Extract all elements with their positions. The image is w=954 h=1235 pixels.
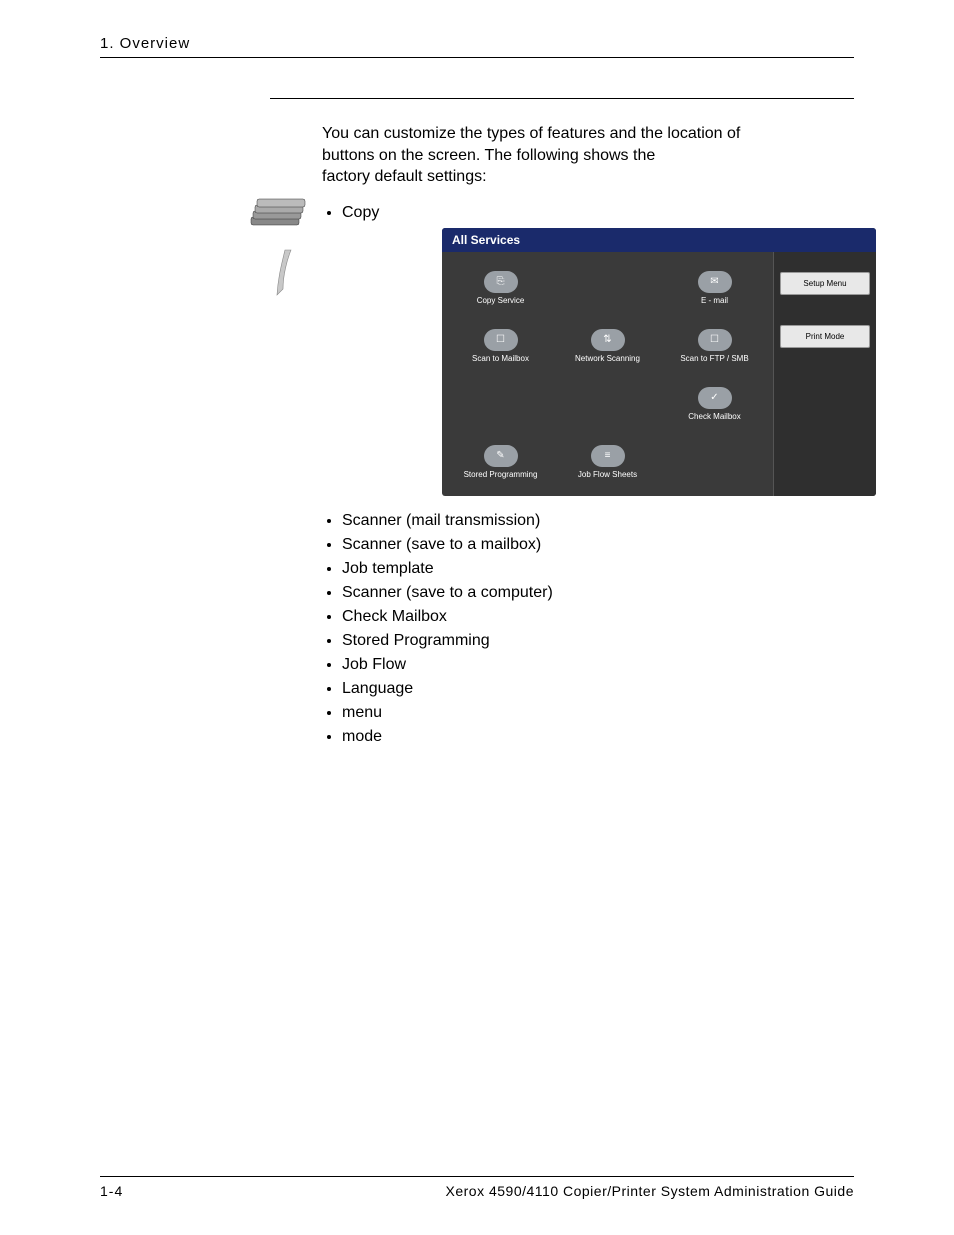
list-item: Language bbox=[342, 680, 854, 698]
intro-line1: You can customize the types of features … bbox=[322, 125, 740, 142]
intro-paragraph: You can customize the types of features … bbox=[322, 123, 854, 188]
side-panel: Setup Menu Print Mode bbox=[773, 252, 876, 496]
feature-sublist: Scanner (mail transmission) Scanner (sav… bbox=[342, 512, 854, 746]
svc-label: Scan to Mailbox bbox=[472, 354, 529, 363]
svc-empty bbox=[555, 376, 660, 432]
svc-network-scanning[interactable]: ⇅ Network Scanning bbox=[555, 318, 660, 374]
setup-menu-button[interactable]: Setup Menu bbox=[780, 272, 870, 295]
keypoint-icon bbox=[245, 195, 325, 310]
list-item: Scanner (mail transmission) bbox=[342, 512, 854, 530]
ui-body: ⎘ Copy Service ✉ E - mail ☐ Scan to Mail… bbox=[442, 252, 876, 496]
svc-label: Stored Programming bbox=[464, 470, 538, 479]
list-item-copy: Copy All Services ⎘ Copy Service ✉ bbox=[342, 204, 854, 746]
list-item: Job Flow bbox=[342, 656, 854, 674]
mail-icon: ✉ bbox=[698, 271, 732, 293]
intro-line2b: screen. The following shows the bbox=[428, 147, 655, 164]
svc-label: Copy Service bbox=[477, 296, 525, 305]
scan-ftp-icon: ☐ bbox=[698, 329, 732, 351]
svc-check-mailbox[interactable]: ✓ Check Mailbox bbox=[662, 376, 767, 432]
svc-empty bbox=[662, 434, 767, 490]
svc-label: Network Scanning bbox=[575, 354, 640, 363]
page-footer: 1-4 Xerox 4590/4110 Copier/Printer Syste… bbox=[100, 1176, 854, 1199]
svc-job-flow[interactable]: ≡ Job Flow Sheets bbox=[555, 434, 660, 490]
divider bbox=[270, 98, 854, 99]
feature-list-outer: Copy All Services ⎘ Copy Service ✉ bbox=[342, 204, 854, 746]
svc-label: E - mail bbox=[701, 296, 728, 305]
all-services-screenshot: All Services ⎘ Copy Service ✉ E - mail bbox=[442, 228, 876, 496]
stored-prog-icon: ✎ bbox=[484, 445, 518, 467]
list-item: Stored Programming bbox=[342, 632, 854, 650]
svc-label: Check Mailbox bbox=[688, 412, 740, 421]
svc-label: Scan to FTP / SMB bbox=[680, 354, 748, 363]
net-scan-icon: ⇅ bbox=[591, 329, 625, 351]
list-item: Scanner (save to a computer) bbox=[342, 584, 854, 602]
services-grid: ⎘ Copy Service ✉ E - mail ☐ Scan to Mail… bbox=[442, 252, 773, 496]
page-number: 1-4 bbox=[100, 1183, 123, 1199]
svc-copy[interactable]: ⎘ Copy Service bbox=[448, 260, 553, 316]
list-item: menu bbox=[342, 704, 854, 722]
svc-scan-mailbox[interactable]: ☐ Scan to Mailbox bbox=[448, 318, 553, 374]
svc-stored-programming[interactable]: ✎ Stored Programming bbox=[448, 434, 553, 490]
svc-empty bbox=[555, 260, 660, 316]
svc-scan-ftp[interactable]: ☐ Scan to FTP / SMB bbox=[662, 318, 767, 374]
svc-label: Job Flow Sheets bbox=[578, 470, 637, 479]
intro-line3: factory default settings: bbox=[322, 168, 487, 185]
svc-empty bbox=[448, 376, 553, 432]
section-heading: 1. Overview bbox=[100, 35, 190, 52]
svc-email[interactable]: ✉ E - mail bbox=[662, 260, 767, 316]
job-flow-icon: ≡ bbox=[591, 445, 625, 467]
list-item: Check Mailbox bbox=[342, 608, 854, 626]
list-item: Scanner (save to a mailbox) bbox=[342, 536, 854, 554]
check-mailbox-icon: ✓ bbox=[698, 387, 732, 409]
ui-title: All Services bbox=[442, 228, 876, 252]
list-item: Job template bbox=[342, 560, 854, 578]
intro-line2a: buttons on the bbox=[322, 147, 428, 164]
print-mode-button[interactable]: Print Mode bbox=[780, 325, 870, 348]
copy-icon: ⎘ bbox=[484, 271, 518, 293]
copy-label: Copy bbox=[342, 204, 379, 221]
list-item: mode bbox=[342, 728, 854, 746]
scan-mailbox-icon: ☐ bbox=[484, 329, 518, 351]
footer-title: Xerox 4590/4110 Copier/Printer System Ad… bbox=[446, 1183, 855, 1199]
